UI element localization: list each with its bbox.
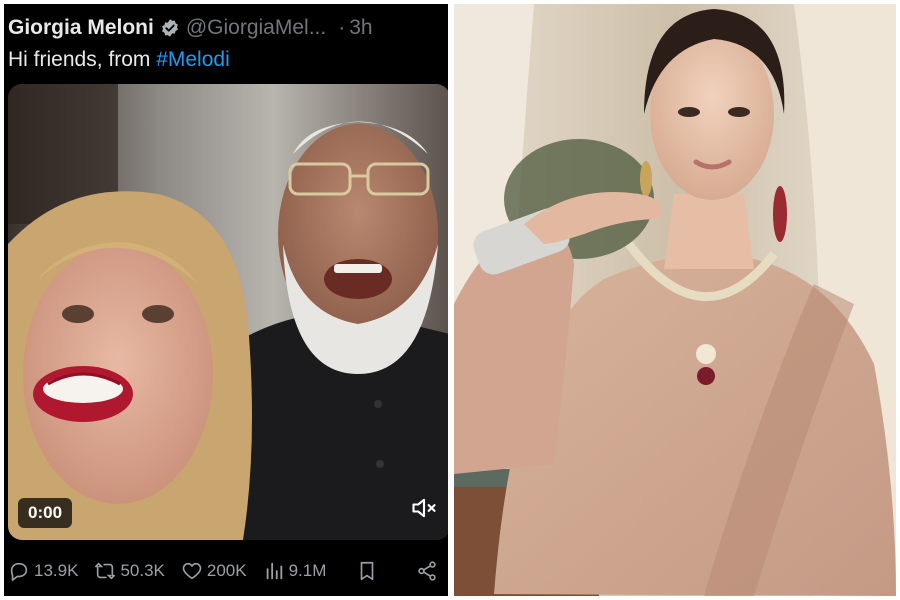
- views-icon: [266, 562, 282, 580]
- author-name[interactable]: Giorgia Meloni: [8, 16, 154, 40]
- views-button[interactable]: 9.1M: [263, 560, 327, 582]
- tweet-card: Giorgia Meloni @GiorgiaMel... · 3h Hi fr…: [4, 4, 448, 596]
- views-count: 9.1M: [288, 561, 327, 580]
- video-frame: [8, 84, 448, 540]
- like-icon: [182, 562, 202, 580]
- video-time-badge: 0:00: [18, 498, 73, 528]
- repost-count: 50.3K: [120, 561, 165, 580]
- bookmark-icon: [361, 561, 374, 581]
- hashtag-link[interactable]: #Melodi: [156, 48, 230, 71]
- bookmark-button[interactable]: [356, 560, 382, 582]
- tweet-timestamp[interactable]: 3h: [349, 16, 372, 40]
- portrait-image: [454, 4, 896, 596]
- share-button[interactable]: [416, 560, 442, 582]
- like-count: 200K: [206, 561, 247, 580]
- verified-badge-icon: [160, 18, 180, 38]
- reply-icon: [10, 562, 28, 581]
- repost-button[interactable]: 50.3K: [94, 560, 165, 582]
- time-separator: ·: [338, 16, 346, 39]
- tweet-text-body: Hi friends, from: [8, 48, 157, 71]
- mute-icon[interactable]: [410, 494, 438, 522]
- like-button[interactable]: 200K: [181, 560, 247, 582]
- tweet-header: Giorgia Meloni @GiorgiaMel... · 3h: [8, 12, 440, 44]
- share-icon: [418, 561, 437, 581]
- reply-button[interactable]: 13.9K: [8, 560, 78, 582]
- tweet-text: Hi friends, from #Melodi: [8, 48, 230, 72]
- author-handle[interactable]: @GiorgiaMel...: [186, 16, 326, 40]
- portrait-photo: [454, 4, 896, 596]
- tweet-actions-bar: 13.9K 50.3K 200K 9.1M: [8, 556, 448, 586]
- repost-icon: [95, 562, 116, 580]
- video-player[interactable]: 0:00: [8, 84, 448, 540]
- reply-count: 13.9K: [34, 561, 79, 580]
